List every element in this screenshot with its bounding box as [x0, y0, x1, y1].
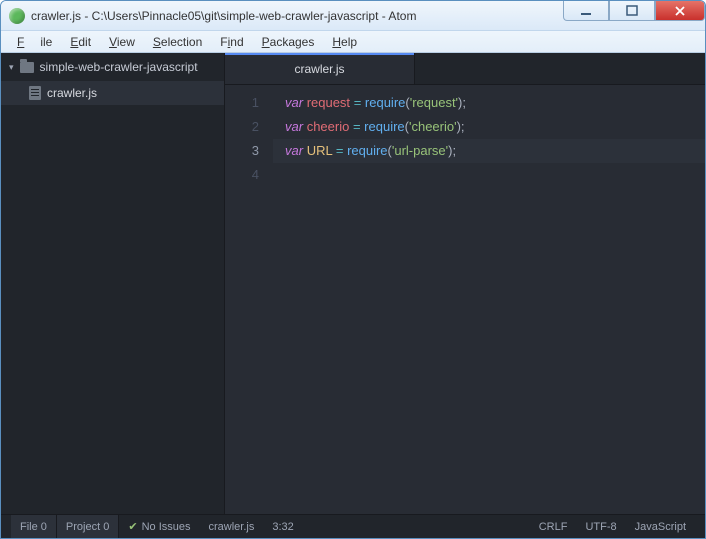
menu-file[interactable]: File [9, 33, 60, 51]
code-lines[interactable]: var request = require('request');var che… [273, 85, 705, 514]
status-bar: File 0 Project 0 ✔ No Issues crawler.js … [1, 514, 705, 538]
status-cursor[interactable]: 3:32 [263, 515, 302, 538]
status-issues[interactable]: ✔ No Issues [119, 515, 199, 538]
folder-icon [20, 62, 34, 73]
chevron-down-icon: ▾ [9, 62, 14, 73]
menu-edit[interactable]: Edit [62, 33, 99, 51]
close-icon [674, 5, 686, 17]
file-name: crawler.js [47, 86, 97, 100]
window-controls [563, 1, 705, 21]
status-language[interactable]: JavaScript [626, 515, 695, 538]
minimize-button[interactable] [563, 1, 609, 21]
menu-help[interactable]: Help [324, 33, 365, 51]
project-name: simple-web-crawler-javascript [40, 60, 198, 74]
window-title: crawler.js - C:\Users\Pinnacle05\git\sim… [31, 9, 416, 23]
code-line[interactable]: var request = require('request'); [285, 91, 705, 115]
menu-selection[interactable]: Selection [145, 33, 210, 51]
close-button[interactable] [655, 1, 705, 21]
status-project-count[interactable]: Project 0 [57, 515, 119, 538]
tab-bar: crawler.js [225, 53, 705, 85]
line-number: 2 [225, 115, 259, 139]
maximize-button[interactable] [609, 1, 655, 21]
editor-pane: crawler.js 1234 var request = require('r… [225, 53, 705, 514]
project-root[interactable]: ▾ simple-web-crawler-javascript [1, 53, 224, 81]
tab-label: crawler.js [294, 62, 344, 76]
status-encoding[interactable]: UTF-8 [576, 515, 625, 538]
minimize-icon [580, 5, 592, 17]
text-editor[interactable]: 1234 var request = require('request');va… [225, 85, 705, 514]
code-line[interactable]: var cheerio = require('cheerio'); [285, 115, 705, 139]
status-file-count[interactable]: File 0 [11, 515, 57, 538]
check-icon: ✔ [128, 520, 137, 533]
tree-view[interactable]: ▾ simple-web-crawler-javascript crawler.… [1, 53, 225, 514]
menu-find[interactable]: Find [212, 33, 251, 51]
menu-view[interactable]: View [101, 33, 143, 51]
menubar: File Edit View Selection Find Packages H… [1, 31, 705, 53]
gutter: 1234 [225, 85, 273, 514]
line-number: 4 [225, 163, 259, 187]
tab-active[interactable]: crawler.js [225, 53, 415, 84]
status-eol[interactable]: CRLF [530, 515, 577, 538]
code-line[interactable] [285, 163, 705, 187]
app-icon [9, 8, 25, 24]
file-entry[interactable]: crawler.js [1, 81, 224, 105]
file-icon [29, 86, 41, 100]
line-number: 3 [225, 139, 259, 163]
status-filename[interactable]: crawler.js [200, 515, 264, 538]
menu-packages[interactable]: Packages [254, 33, 323, 51]
titlebar[interactable]: crawler.js - C:\Users\Pinnacle05\git\sim… [1, 1, 705, 31]
main-split: ▾ simple-web-crawler-javascript crawler.… [1, 53, 705, 514]
code-line[interactable]: var URL = require('url-parse'); [273, 139, 705, 163]
app-window: crawler.js - C:\Users\Pinnacle05\git\sim… [0, 0, 706, 539]
maximize-icon [626, 5, 638, 17]
client-area: ▾ simple-web-crawler-javascript crawler.… [1, 53, 705, 538]
line-number: 1 [225, 91, 259, 115]
